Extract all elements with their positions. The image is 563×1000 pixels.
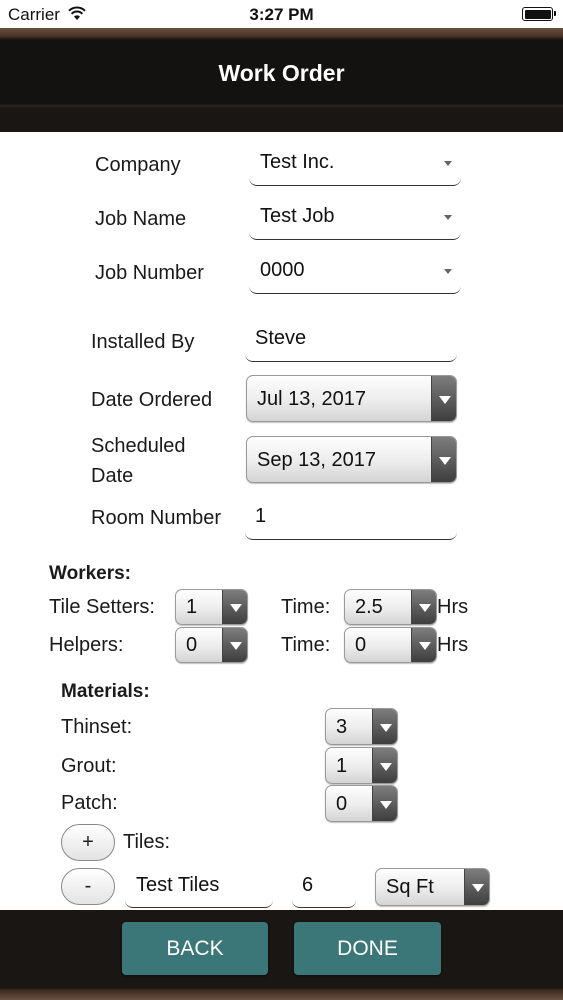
tile-quantity-field[interactable]: 6 [292,865,356,908]
remove-tile-button[interactable]: - [61,868,115,905]
tile-setters-value: 1 [186,596,198,618]
page-title: Work Order [218,60,345,86]
date-ordered-picker[interactable]: Jul 13, 2017 [246,375,457,422]
grout-value: 1 [336,755,348,777]
workers-heading: Workers: [49,563,132,584]
tiles-label: Tiles: [123,831,171,853]
navigation-bar: Work Order [0,28,563,132]
add-tile-button[interactable]: + [61,824,115,861]
chevron-down-icon [222,590,247,624]
chevron-down-icon [444,161,452,166]
tile-name-value: Test Tiles [136,874,220,896]
chevron-down-icon [431,376,456,421]
helpers-picker[interactable]: 0 [175,627,248,663]
company-value: Test Inc. [260,151,335,173]
installed-by-label: Installed By [91,331,195,353]
chevron-down-icon [372,748,397,783]
job-name-dropdown[interactable]: Test Job [249,196,461,240]
tile-quantity-value: 6 [302,874,314,896]
tile-unit-value: Sq Ft [386,876,434,898]
done-button[interactable]: DONE [294,922,441,975]
room-number-field[interactable]: 1 [245,496,457,540]
chevron-down-icon [444,269,452,274]
tile-setters-time-value: 2.5 [355,596,383,618]
scheduled-label-line1: Scheduled [91,435,186,457]
helpers-time-value: 0 [355,634,367,656]
scheduled-date-picker[interactable]: Sep 13, 2017 [246,436,457,483]
job-number-label: Job Number [95,262,204,284]
scheduled-label-line2: Date [91,465,134,487]
date-ordered-label: Date Ordered [91,389,213,411]
date-ordered-value: Jul 13, 2017 [257,388,366,410]
chevron-down-icon [411,628,436,662]
battery-icon [522,7,556,21]
chevron-down-icon [444,215,452,220]
tile-unit-picker[interactable]: Sq Ft [375,868,490,906]
tile-setters-label: Tile Setters: [49,596,155,618]
chevron-down-icon [464,869,489,905]
grout-picker[interactable]: 1 [325,747,398,784]
status-bar: Carrier 3:27 PM [0,0,563,28]
room-number-value: 1 [255,505,267,527]
tile-setters-time-label: Time: [281,596,331,618]
thinset-label: Thinset: [61,716,133,738]
helpers-value: 0 [186,634,198,656]
grout-label: Grout: [61,755,117,777]
helpers-time-label: Time: [281,634,331,656]
patch-label: Patch: [61,792,118,814]
job-number-dropdown[interactable]: 0000 [249,250,461,294]
chevron-down-icon [431,437,456,482]
job-name-label: Job Name [95,208,187,230]
tile-name-field[interactable]: Test Tiles [125,865,273,908]
helpers-time-picker[interactable]: 0 [344,627,437,663]
helpers-unit: Hrs [437,634,469,656]
patch-value: 0 [336,793,348,815]
tile-setters-unit: Hrs [437,596,469,618]
installed-by-value: Steve [255,327,307,349]
footer-bar: BACK DONE [0,910,563,1000]
company-label: Company [95,154,181,176]
chevron-down-icon [372,709,397,744]
chevron-down-icon [411,590,436,624]
thinset-picker[interactable]: 3 [325,708,398,745]
scheduled-date-value: Sep 13, 2017 [257,449,376,471]
chevron-down-icon [222,628,247,662]
company-dropdown[interactable]: Test Inc. [249,142,461,186]
clock: 3:27 PM [249,5,314,24]
patch-picker[interactable]: 0 [325,785,398,822]
helpers-label: Helpers: [49,634,124,656]
back-button[interactable]: BACK [122,922,268,975]
tile-setters-picker[interactable]: 1 [175,589,248,625]
installed-by-field[interactable]: Steve [245,318,457,362]
job-name-value: Test Job [260,205,335,227]
job-number-value: 0000 [260,259,305,281]
materials-heading: Materials: [61,681,150,702]
thinset-value: 3 [336,716,348,738]
room-number-label: Room Number [91,507,222,529]
chevron-down-icon [372,786,397,821]
tile-setters-time-picker[interactable]: 2.5 [344,589,437,625]
